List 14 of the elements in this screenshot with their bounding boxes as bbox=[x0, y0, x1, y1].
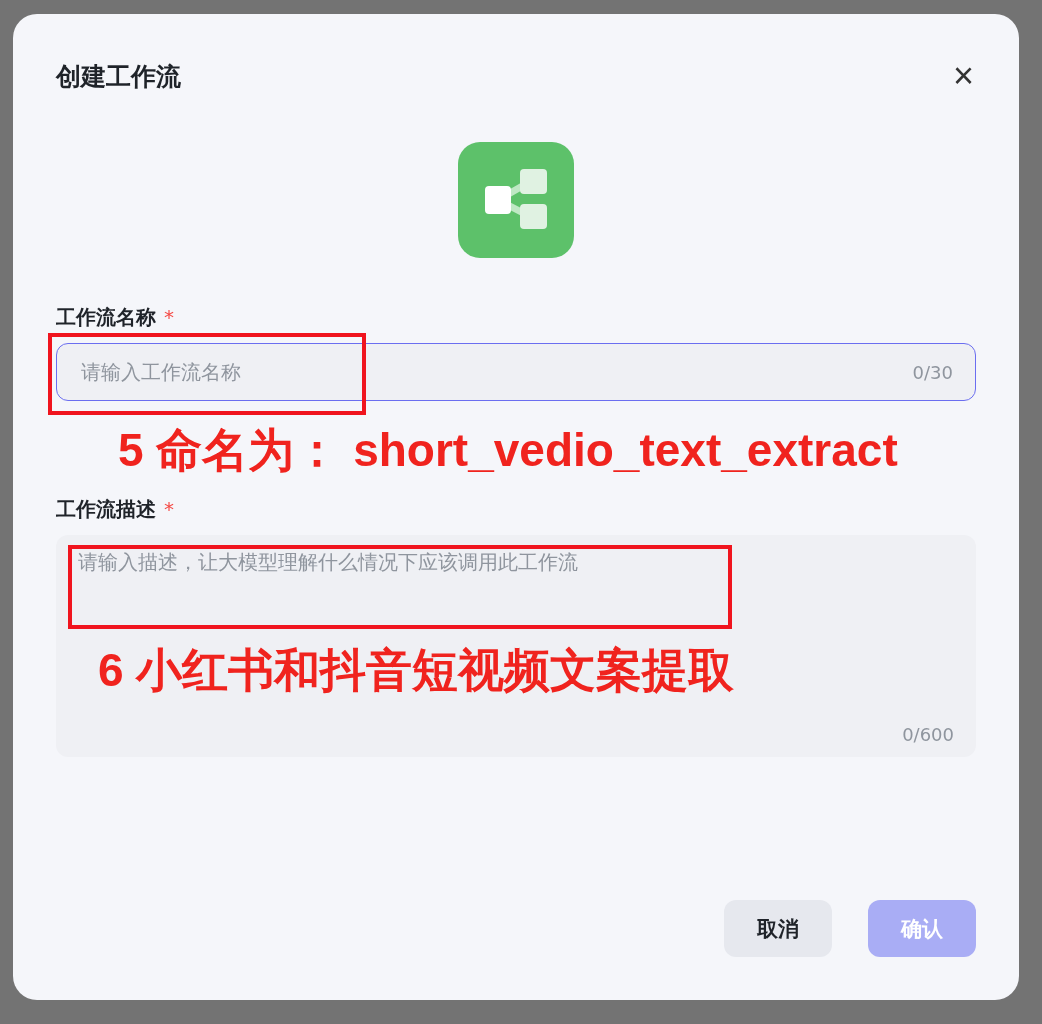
character-counter: 0/30 bbox=[912, 361, 953, 383]
dialog-title: 创建工作流 bbox=[56, 60, 181, 93]
cancel-button[interactable]: 取消 bbox=[724, 900, 832, 957]
workflow-logo-icon bbox=[458, 142, 574, 258]
annotation-note: 6 小红书和抖音短视频文案提取 bbox=[98, 643, 735, 699]
character-counter: 0/600 bbox=[902, 724, 954, 746]
name-input-field[interactable]: 请输入工作流名称 bbox=[79, 359, 913, 385]
required-mark: * bbox=[164, 497, 174, 522]
name-input-box[interactable]: 请输入工作流名称 0/30 bbox=[56, 343, 976, 401]
field-label: 工作流名称 bbox=[56, 304, 156, 331]
required-mark: * bbox=[164, 305, 174, 329]
close-button[interactable]: × bbox=[950, 58, 976, 94]
annotation-note: 5 命名为： short_vedio_text_extract bbox=[118, 423, 898, 478]
field-label: 工作流描述 bbox=[56, 496, 156, 524]
